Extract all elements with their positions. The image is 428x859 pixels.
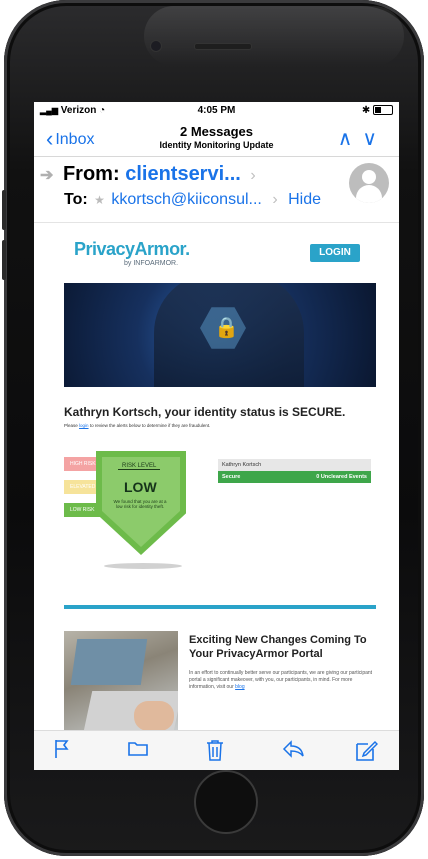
member-name: Kathryn Kortsch: [218, 459, 371, 471]
from-address[interactable]: clientservi...: [125, 163, 241, 185]
privacyarmor-logo: PrivacyArmor. by INFOARMOR.: [74, 239, 190, 267]
phone-screen: ▂▄▆ Verizon ◔ 4:05 PM ✱ ‹ Inbox 2 Message…: [34, 102, 399, 770]
hide-details-button[interactable]: Hide: [288, 191, 321, 208]
to-line: To: ★ kkortsch@kiiconsul... › Hide: [64, 191, 321, 209]
front-camera: [150, 40, 162, 52]
volume-up-button[interactable]: [2, 190, 6, 230]
chevron-right-icon: ›: [250, 167, 256, 184]
trash-icon: [207, 740, 223, 761]
login-button[interactable]: LOGIN: [310, 244, 360, 262]
risk-level-value: LOW: [124, 479, 157, 495]
status-note-suffix: to review the alerts below to determine …: [89, 423, 211, 428]
news-body: In an effort to continually better serve…: [189, 670, 379, 691]
move-to-folder-button[interactable]: [128, 739, 148, 762]
chevron-down-icon[interactable]: ∨: [362, 128, 387, 150]
from-line: ➔ From: clientservi... ›: [40, 163, 256, 186]
status-row: Secure 0 Uncleared Events: [218, 471, 371, 483]
to-label: To:: [64, 191, 88, 208]
forward-arrow-icon: ➔: [40, 167, 54, 184]
login-link[interactable]: login: [79, 423, 89, 428]
avatar-body: [356, 185, 382, 203]
avatar-head: [362, 170, 376, 184]
identity-status-title: Kathryn Kortsch, your identity status is…: [64, 405, 346, 419]
risk-description: We found that you are at a low risk for …: [113, 499, 167, 509]
email-body: PrivacyArmor. by INFOARMOR. LOGIN 🔒 Kath…: [34, 222, 399, 737]
laptop-screen: [70, 639, 148, 685]
message-header: ➔ From: clientservi... › To: ★ kkortsch@…: [34, 157, 399, 221]
lock-icon: 🔒: [214, 317, 239, 339]
flag-button[interactable]: [54, 739, 70, 764]
chevron-right-icon: ›: [272, 191, 278, 208]
chevron-up-icon[interactable]: ∧: [338, 128, 363, 150]
flag-icon: [55, 740, 69, 758]
volume-down-button[interactable]: [2, 240, 6, 280]
typing-hand: [134, 701, 174, 731]
earpiece-speaker: [194, 43, 252, 50]
home-button[interactable]: [194, 770, 258, 834]
brand-byline: by INFOARMOR.: [124, 260, 179, 267]
trash-button[interactable]: [206, 739, 224, 766]
from-label: From:: [62, 163, 120, 185]
to-address[interactable]: kkortsch@kiiconsul...: [111, 191, 262, 208]
identity-summary-card: Kathryn Kortsch Secure 0 Uncleared Event…: [218, 459, 371, 483]
message-navigation: ∧∨: [338, 126, 387, 151]
news-headline: Exciting New Changes Coming To Your Priv…: [189, 634, 367, 660]
news-text: In an effort to continually better serve…: [189, 670, 373, 690]
bluetooth-icon: ✱: [361, 105, 371, 116]
status-note: Please login to review the alerts below …: [64, 423, 210, 428]
blog-link[interactable]: blog: [235, 684, 244, 690]
reply-icon: [282, 740, 304, 758]
status-value: Secure: [222, 474, 241, 480]
brand-name: PrivacyArmor.: [74, 239, 190, 259]
compose-icon: [356, 740, 379, 761]
status-note-prefix: Please: [64, 423, 78, 428]
battery-icon: [373, 105, 393, 116]
laptop-photo: [64, 631, 178, 737]
battery-area: ✱: [362, 105, 393, 116]
mail-toolbar: [34, 730, 399, 770]
compose-button[interactable]: [356, 739, 379, 766]
mail-nav-bar: ‹ Inbox 2 Messages Identity Monitoring Up…: [34, 120, 399, 157]
uncleared-events: 0 Uncleared Events: [316, 474, 367, 480]
status-bar: ▂▄▆ Verizon ◔ 4:05 PM ✱: [34, 102, 399, 120]
shield-shadow: [104, 563, 182, 569]
reply-button[interactable]: [282, 739, 304, 764]
sender-avatar: [349, 163, 389, 203]
folder-icon: [128, 742, 148, 756]
star-icon: ★: [94, 193, 105, 207]
section-divider: [64, 605, 376, 609]
phone-reflection: [144, 6, 404, 66]
hero-image: 🔒: [64, 283, 376, 387]
clock: 4:05 PM: [197, 105, 236, 116]
risk-level-label: RISK LEVEL: [118, 463, 161, 470]
